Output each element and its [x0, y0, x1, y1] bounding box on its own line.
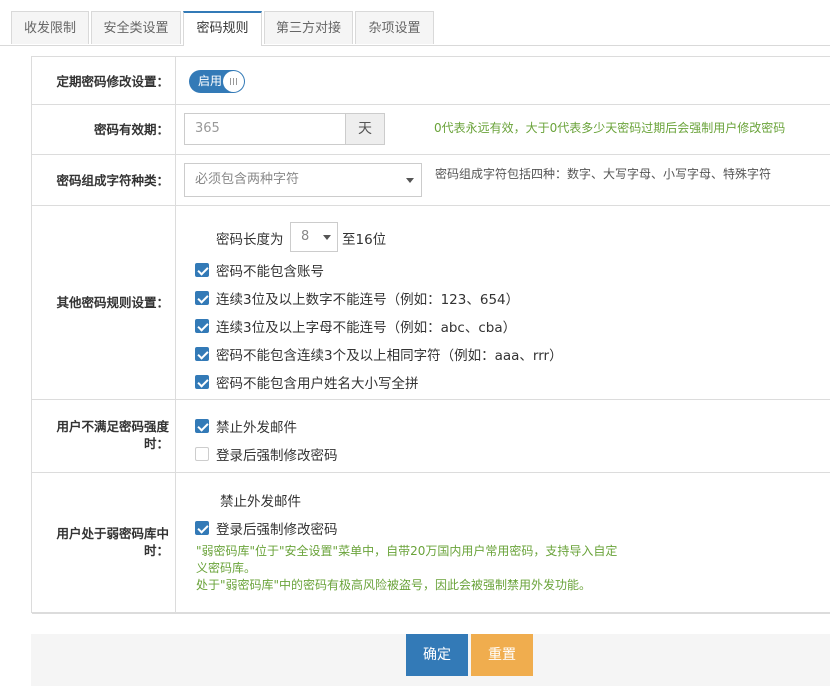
rule-no-username-label: 密码不能包含用户姓名大小写全拼 [216, 376, 419, 392]
rule-no-repeated-chars-label: 密码不能包含连续3个及以上相同字符（例如：aaa、rrr） [216, 348, 563, 364]
tab-bar: 收发限制 安全类设置 密码规则 第三方对接 杂项设置 [0, 0, 830, 46]
weak-library-force-change-label: 登录后强制修改密码 [216, 522, 338, 538]
weak-strength-force-change-checkbox[interactable] [195, 447, 209, 461]
toggle-knob [223, 71, 244, 92]
rule-no-sequential-letters-checkbox[interactable] [195, 319, 209, 333]
weak-library-label-line1: 用户处于弱密码库中 [56, 526, 169, 541]
rule-no-account-checkbox[interactable] [195, 263, 209, 277]
weak-strength-label-line2: 时： [143, 436, 169, 451]
composition-select[interactable]: 必须包含两种字符 [184, 163, 422, 197]
rule-no-sequential-letters-label: 连续3位及以上字母不能连号（例如：abc、cba） [216, 320, 517, 336]
validity-unit-addon: 天 [345, 113, 385, 145]
weak-library-row: 用户处于弱密码库中 时： 禁止外发邮件 登录后强制修改密码 "弱密码库"位于"安… [32, 473, 830, 614]
tab-misc-settings[interactable]: 杂项设置 [355, 11, 434, 44]
password-rules-form: 定期密码修改设置： 启用 密码有效期： 365 天 0代表永远有效，大于0代表多… [31, 56, 830, 614]
weak-library-note-line2: 义密码库。 [196, 561, 257, 575]
tab-third-party[interactable]: 第三方对接 [264, 11, 353, 44]
toggle-label: 启用 [198, 74, 223, 88]
other-rules-row: 其他密码规则设置： 密码长度为 8 至16位 密码不能包含账号 连续3位及以上数… [32, 206, 830, 400]
form-actions: 确定 重置 [31, 634, 830, 686]
periodic-change-label-cell: 定期密码修改设置： [32, 57, 176, 104]
rule-no-sequential-digits-checkbox[interactable] [195, 291, 209, 305]
composition-label: 密码组成字符种类： [56, 173, 169, 188]
validity-label: 密码有效期： [93, 122, 169, 137]
password-length-prefix: 密码长度为 [216, 232, 284, 248]
other-rules-label: 其他密码规则设置： [56, 295, 169, 310]
composition-hint: 密码组成字符包括四种：数字、大写字母、小写字母、特殊字符 [435, 167, 772, 181]
tab-security-settings[interactable]: 安全类设置 [91, 11, 181, 44]
password-length-select[interactable]: 8 [290, 222, 338, 252]
validity-label-cell: 密码有效期： [32, 105, 176, 154]
reset-button[interactable]: 重置 [471, 634, 533, 676]
chevron-down-icon [323, 235, 331, 240]
weak-strength-force-change-label: 登录后强制修改密码 [216, 448, 338, 464]
validity-days-input[interactable]: 365 [184, 113, 347, 145]
chevron-down-icon [406, 178, 414, 183]
weak-library-label-line2: 时： [143, 543, 169, 558]
password-length-value: 8 [301, 229, 310, 244]
periodic-change-label: 定期密码修改设置： [56, 74, 169, 89]
weak-strength-label-line1: 用户不满足密码强度 [56, 419, 169, 434]
weak-library-note-line3: 处于"弱密码库"中的密码有极高风险被盗号，因此会被强制禁用外发功能。 [196, 578, 592, 592]
rule-no-username-checkbox[interactable] [195, 375, 209, 389]
composition-selected-value: 必须包含两种字符 [195, 172, 300, 187]
weak-library-label: 用户处于弱密码库中 时： [56, 525, 169, 559]
periodic-change-row: 定期密码修改设置： 启用 [32, 57, 830, 105]
validity-row: 密码有效期： 365 天 0代表永远有效，大于0代表多少天密码过期后会强制用户修… [32, 105, 830, 155]
weak-library-note: "弱密码库"位于"安全设置"菜单中，自带20万国内用户常用密码，支持导入自定 义… [196, 543, 617, 594]
validity-hint: 0代表永远有效，大于0代表多少天密码过期后会强制用户修改密码 [434, 121, 786, 135]
rule-no-sequential-digits-label: 连续3位及以上数字不能连号（例如：123、654） [216, 292, 520, 308]
weak-library-note-line1: "弱密码库"位于"安全设置"菜单中，自带20万国内用户常用密码，支持导入自定 [196, 544, 618, 558]
weak-library-block-mail-text: 禁止外发邮件 [220, 494, 301, 510]
tab-password-rules[interactable]: 密码规则 [183, 11, 262, 46]
other-rules-label-cell: 其他密码规则设置： [32, 206, 176, 399]
weak-strength-label: 用户不满足密码强度 时： [56, 418, 169, 452]
tab-send-receive-limits[interactable]: 收发限制 [11, 11, 89, 44]
composition-label-cell: 密码组成字符种类： [32, 155, 176, 205]
password-length-suffix: 至16位 [342, 232, 387, 248]
weak-strength-label-cell: 用户不满足密码强度 时： [32, 400, 176, 472]
rule-no-account-label: 密码不能包含账号 [216, 264, 324, 280]
weak-strength-row: 用户不满足密码强度 时： 禁止外发邮件 登录后强制修改密码 [32, 400, 830, 473]
confirm-button[interactable]: 确定 [406, 634, 468, 676]
weak-library-force-change-checkbox[interactable] [195, 521, 209, 535]
weak-strength-block-mail-checkbox[interactable] [195, 419, 209, 433]
periodic-change-toggle[interactable]: 启用 [189, 70, 245, 93]
rule-no-repeated-chars-checkbox[interactable] [195, 347, 209, 361]
composition-row: 密码组成字符种类： 必须包含两种字符 密码组成字符包括四种：数字、大写字母、小写… [32, 155, 830, 206]
weak-strength-block-mail-label: 禁止外发邮件 [216, 420, 297, 436]
weak-library-label-cell: 用户处于弱密码库中 时： [32, 473, 176, 613]
